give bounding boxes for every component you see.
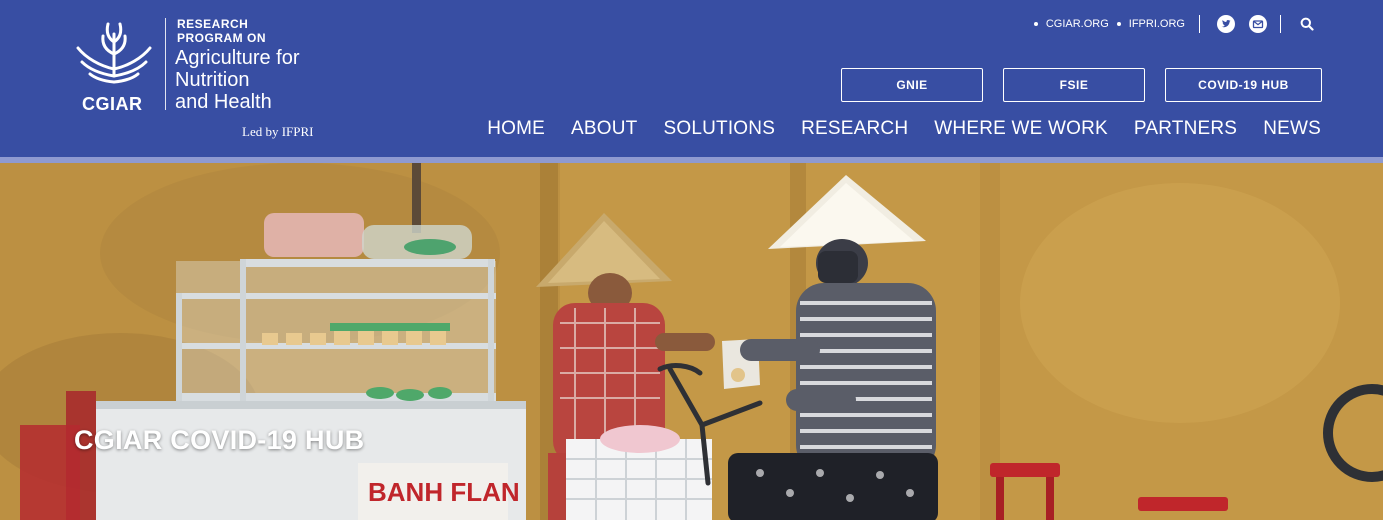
fsie-button[interactable]: FSIE	[1003, 68, 1145, 102]
cgiar-org-link-label: CGIAR.ORG	[1045, 18, 1109, 30]
cgiar-org-link[interactable]: CGIAR.ORG	[1033, 18, 1109, 30]
nav-item-about[interactable]: ABOUT	[571, 118, 637, 140]
nav-item-home[interactable]: HOME	[487, 118, 545, 140]
hero-image-street-vendor: BANH FLAN	[0, 163, 1383, 520]
hero-title: CGIAR COVID-19 HUB	[74, 425, 365, 455]
logo-title-line3: and Health	[175, 91, 272, 113]
logo-title-line2: Nutrition	[175, 69, 250, 91]
utility-divider	[1280, 15, 1281, 33]
covid-hub-button[interactable]: COVID-19 HUB	[1165, 68, 1322, 102]
bullet-dot	[1116, 22, 1121, 26]
nav-item-news[interactable]: NEWS	[1263, 118, 1321, 140]
email-icon[interactable]	[1248, 14, 1268, 34]
nav-item-solutions[interactable]: SOLUTIONS	[663, 118, 775, 140]
logo-led-by: Led by IFPRI	[242, 124, 314, 139]
ifpri-org-link[interactable]: IFPRI.ORG	[1116, 18, 1185, 30]
ifpri-org-link-label: IFPRI.ORG	[1128, 18, 1185, 30]
search-icon[interactable]	[1297, 14, 1317, 34]
nav-item-research[interactable]: RESEARCH	[801, 118, 908, 140]
utility-divider	[1199, 15, 1200, 33]
logo-divider	[165, 18, 166, 110]
hero-banner: BANH FLAN CGIAR COVID-19 HUB	[0, 163, 1383, 520]
utility-bar: CGIAR.ORG IFPRI.ORG	[1033, 14, 1323, 34]
site-logo[interactable]: CGIAR RESEARCH PROGRAM ON Agriculture fo…	[72, 14, 332, 144]
nav-item-partners[interactable]: PARTNERS	[1134, 118, 1237, 140]
bullet-dot	[1033, 22, 1038, 26]
logo-research-program-line2: PROGRAM ON	[177, 31, 266, 45]
cart-sign-text: BANH FLAN	[368, 477, 520, 507]
logo-research-program-line1: RESEARCH	[177, 17, 249, 31]
twitter-icon[interactable]	[1216, 14, 1236, 34]
site-header: CGIAR RESEARCH PROGRAM ON Agriculture fo…	[0, 0, 1383, 157]
main-nav: HOME ABOUT SOLUTIONS RESEARCH WHERE WE W…	[461, 118, 1321, 140]
logo-title-line1: Agriculture for	[175, 47, 300, 69]
gnie-button[interactable]: GNIE	[841, 68, 983, 102]
program-buttons: GNIE FSIE COVID-19 HUB	[821, 68, 1322, 102]
logo-cgiar-wordmark: CGIAR	[82, 94, 143, 114]
nav-item-where-we-work[interactable]: WHERE WE WORK	[934, 118, 1108, 140]
